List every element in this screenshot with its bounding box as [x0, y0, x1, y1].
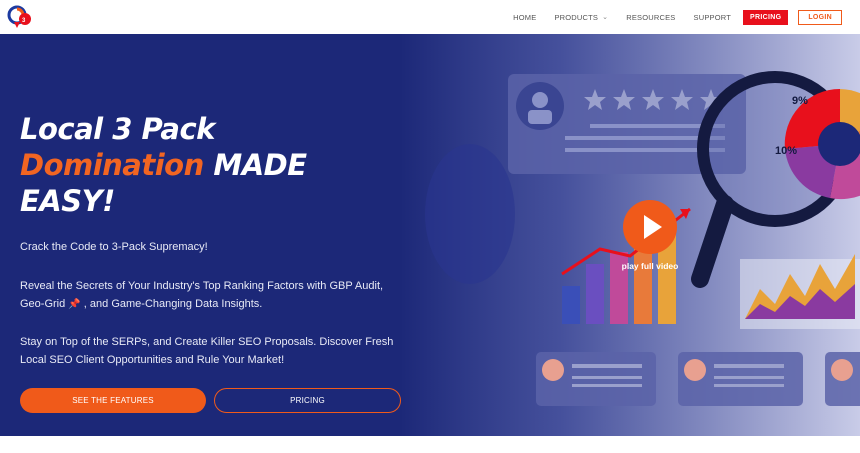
nav-links: HOME PRODUCTS ⌄ RESOURCES SUPPORT PRICIN…: [495, 0, 842, 34]
chart-percent-label-2: 10%: [775, 145, 797, 157]
hero-headline: Local 3 Pack Domination MADE EASY!: [20, 111, 400, 219]
pin-icon: 📌: [68, 299, 81, 310]
paragraph-2-part2b: , and Game-Changing Data Insights.: [80, 298, 263, 310]
paragraph-3-line1: Stay on Top of the SERPs, and Create Kil…: [20, 336, 394, 348]
play-video-icon[interactable]: [622, 199, 678, 255]
headline-line1: Local 3 Pack: [20, 112, 215, 146]
pricing-button[interactable]: PRICING: [214, 388, 401, 413]
hero-paragraph-2: Reveal the Secrets of Your Industry's To…: [20, 277, 400, 314]
hero-section: 9% 10% Local 3 Pack Domination MADE EASY…: [0, 34, 860, 436]
paragraph-2-part2a: Geo-Grid: [20, 298, 69, 310]
nav-pricing-button[interactable]: PRICING: [743, 9, 789, 25]
headline-line3: EASY!: [20, 184, 115, 218]
nav-home-link[interactable]: HOME: [513, 13, 536, 22]
chart-percent-label-1: 9%: [792, 95, 808, 107]
logo-icon[interactable]: 3: [6, 4, 34, 30]
chevron-down-icon: ⌄: [602, 14, 609, 21]
hero-paragraph-1: Crack the Code to 3-Pack Supremacy!: [20, 241, 208, 253]
headline-accent: Domination: [20, 148, 204, 182]
see-features-button[interactable]: SEE THE FEATURES: [20, 388, 206, 413]
nav-login-button[interactable]: LOGIN: [798, 9, 842, 25]
headline-line2-rest: MADE: [203, 148, 307, 182]
play-video-label[interactable]: play full video: [611, 261, 689, 271]
nav-resources-link[interactable]: RESOURCES: [626, 13, 675, 22]
hero-paragraph-3: Stay on Top of the SERPs, and Create Kil…: [20, 333, 400, 369]
nav-products-link[interactable]: PRODUCTS ⌄: [554, 13, 608, 22]
top-nav: 3 HOME PRODUCTS ⌄ RESOURCES SUPPORT PRIC…: [0, 0, 860, 34]
nav-support-link[interactable]: SUPPORT: [694, 13, 732, 22]
paragraph-2-part1: Reveal the Secrets of Your Industry's To…: [20, 280, 384, 292]
nav-products-label: PRODUCTS: [554, 12, 599, 22]
paragraph-3-line2: Local SEO Client Opportunities and Rule …: [20, 354, 285, 366]
page-bottom-strip: [0, 436, 860, 453]
